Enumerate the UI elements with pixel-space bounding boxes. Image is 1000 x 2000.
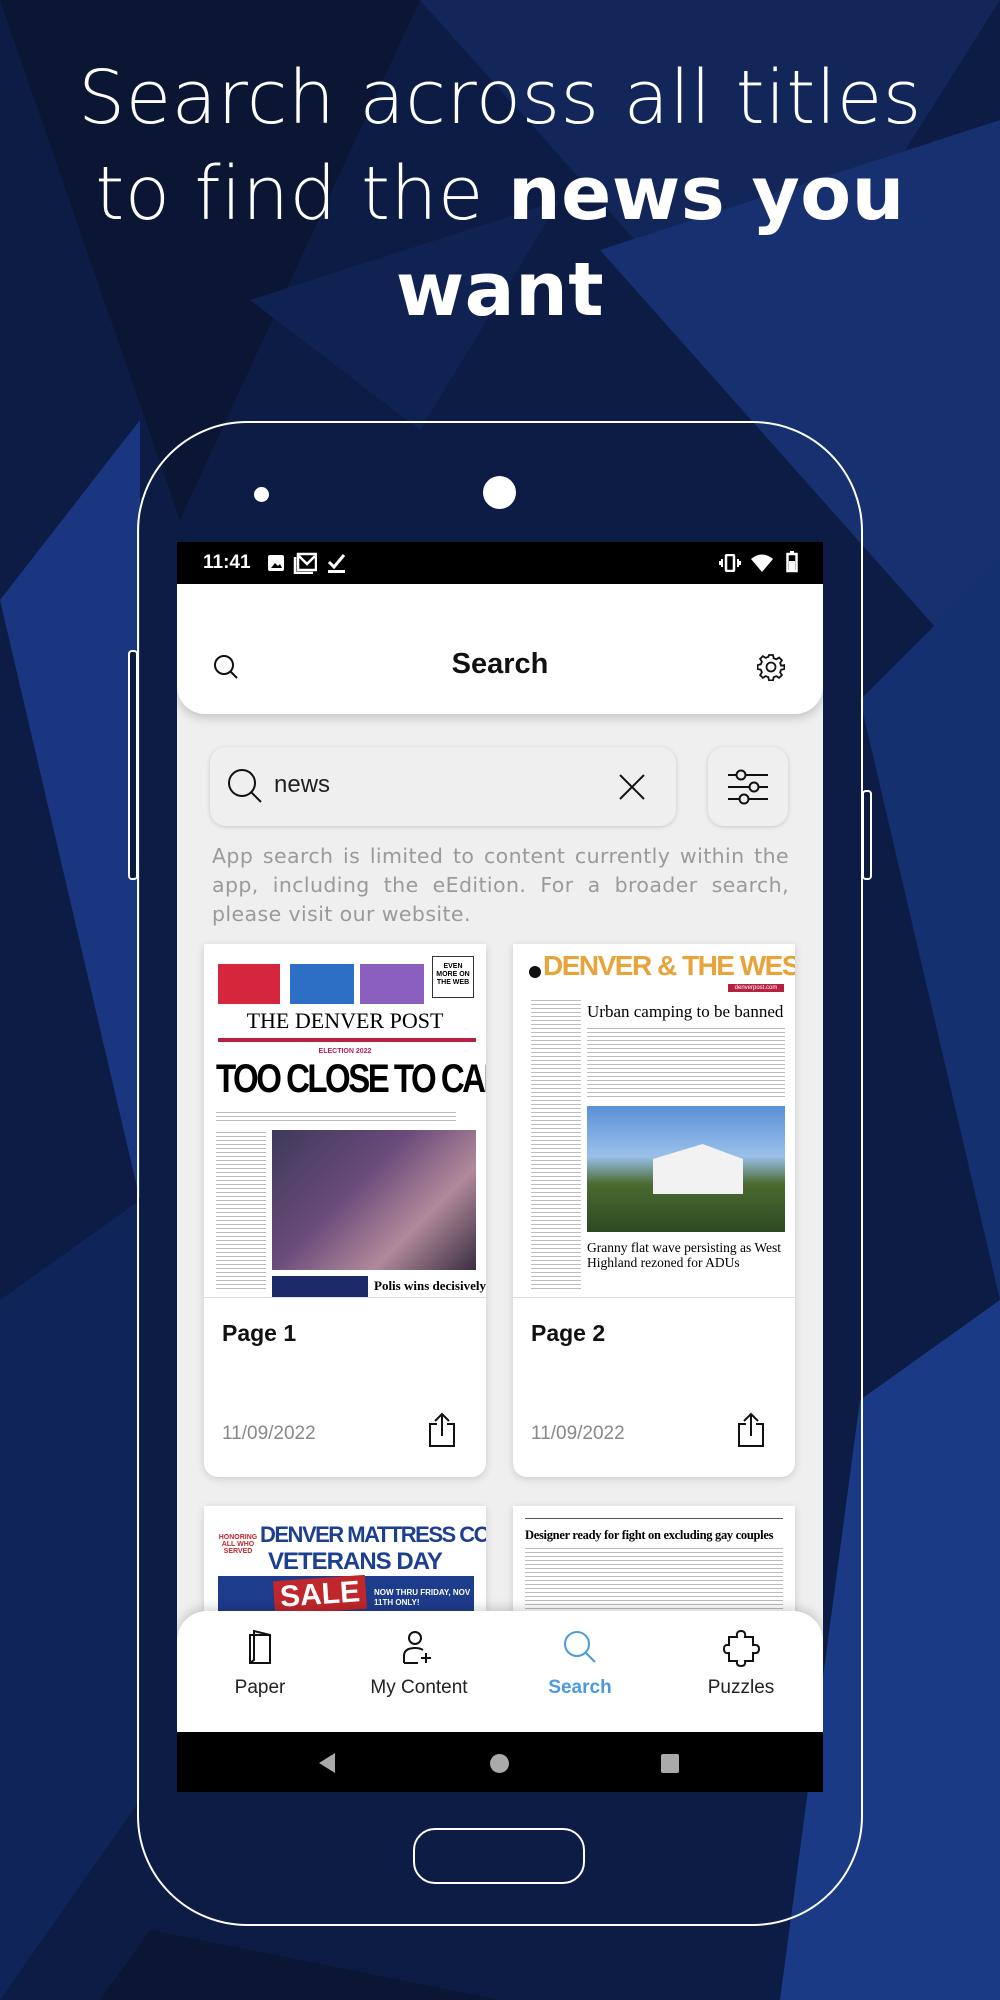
nav-item-my-content[interactable]: My Content (339, 1611, 499, 1732)
headline-line-2: to find the news you (0, 146, 1000, 242)
gmail-icon (293, 552, 317, 574)
headline-line-3: want (0, 242, 1000, 338)
phone-camera (483, 476, 516, 509)
ad-brand: DENVER MATTRESS CO. (260, 1522, 486, 1547)
puzzle-icon (723, 1629, 761, 1667)
search-value: news (274, 771, 331, 798)
section-masthead: DENVER & THE WEST (543, 950, 795, 981)
headline-bold: news you (507, 151, 905, 237)
page-title: Search (451, 648, 549, 680)
result-card-page-2[interactable]: DENVER & THE WEST denverpost.com Urban c… (513, 944, 795, 1477)
article-headline: Urban camping to be banned (587, 1002, 784, 1021)
filter-button[interactable] (708, 747, 788, 826)
headline-plain: to find the (95, 151, 508, 237)
page-thumbnail: EVEN MORE ON THE WEB THE DENVER POST ELE… (204, 944, 486, 1298)
kicker: ELECTION 2022 (318, 1048, 372, 1055)
page-thumbnail: DENVER & THE WEST denverpost.com Urban c… (513, 944, 795, 1298)
headline-line-1: Search across all titles (78, 55, 922, 141)
search-input[interactable]: news (210, 747, 676, 826)
nav-label: Puzzles (707, 1677, 775, 1698)
status-time: 11:41 (203, 552, 251, 573)
recents-icon[interactable] (661, 1754, 679, 1773)
add-user-icon (403, 1631, 431, 1664)
nav-label: Paper (234, 1677, 286, 1698)
page-date: 11/09/2022 (531, 1423, 625, 1444)
phone-sensor (254, 487, 269, 502)
ad-promo: NOW THRU FRIDAY, NOV 11TH ONLY! (374, 1588, 471, 1607)
wifi-icon (751, 554, 773, 572)
page-date: 11/09/2022 (222, 1423, 316, 1444)
ad-sale: SALE (272, 1574, 368, 1616)
page-label: Page 1 (222, 1320, 297, 1346)
app-header: Search (177, 584, 823, 714)
headline-bold-2: want (395, 247, 605, 333)
sub-headline: Granny flat wave persisting as West High… (587, 1240, 781, 1270)
nav-label: Search (548, 1677, 612, 1698)
sub-headline: Polis wins decisively (374, 1278, 486, 1293)
share-icon[interactable] (737, 1412, 765, 1448)
ad-headline: VETERANS DAY (268, 1548, 443, 1575)
back-icon[interactable] (317, 1752, 337, 1774)
search-icon (564, 1631, 596, 1663)
search-disclaimer: App search is limited to content current… (212, 844, 789, 926)
status-bar: 11:41 (177, 542, 823, 584)
app-screen: 11:41 Search news App search is limited … (177, 542, 823, 1792)
paper-icon (249, 1629, 271, 1664)
close-icon[interactable] (617, 772, 647, 802)
front-headline: TOO CLOSE TO CALL (216, 1056, 486, 1101)
article-headline: Designer ready for fight on excluding ga… (525, 1528, 774, 1542)
system-nav-bar (177, 1732, 823, 1792)
ad-side-text: HONORING ALL WHO SERVED (218, 1534, 258, 1555)
sliders-icon (728, 769, 768, 805)
phone-home-button (413, 1828, 585, 1884)
nav-item-puzzles[interactable]: Puzzles (661, 1611, 821, 1732)
page-label: Page 2 (531, 1320, 606, 1346)
web-box: EVEN MORE ON THE WEB (432, 956, 474, 998)
phone-side-button-left (128, 650, 138, 880)
image-icon (268, 555, 284, 571)
promo-headline: Search across all titles to find the new… (0, 50, 1000, 338)
site-url: denverpost.com (728, 984, 784, 992)
nav-item-paper[interactable]: Paper (180, 1611, 340, 1732)
nav-item-search[interactable]: Search (500, 1611, 660, 1732)
nav-label: My Content (370, 1677, 468, 1698)
home-icon[interactable] (490, 1754, 509, 1773)
phone-side-button-right (862, 790, 872, 880)
gear-icon[interactable] (757, 653, 785, 681)
bottom-nav: Paper My Content Search Puzzles (177, 1611, 823, 1732)
vibrate-icon (719, 554, 741, 572)
download-done-icon (327, 554, 346, 573)
masthead: THE DENVER POST (246, 1008, 444, 1033)
share-icon[interactable] (428, 1412, 456, 1448)
battery-icon (786, 551, 798, 573)
result-card-page-1[interactable]: EVEN MORE ON THE WEB THE DENVER POST ELE… (204, 944, 486, 1477)
search-icon (228, 769, 262, 803)
